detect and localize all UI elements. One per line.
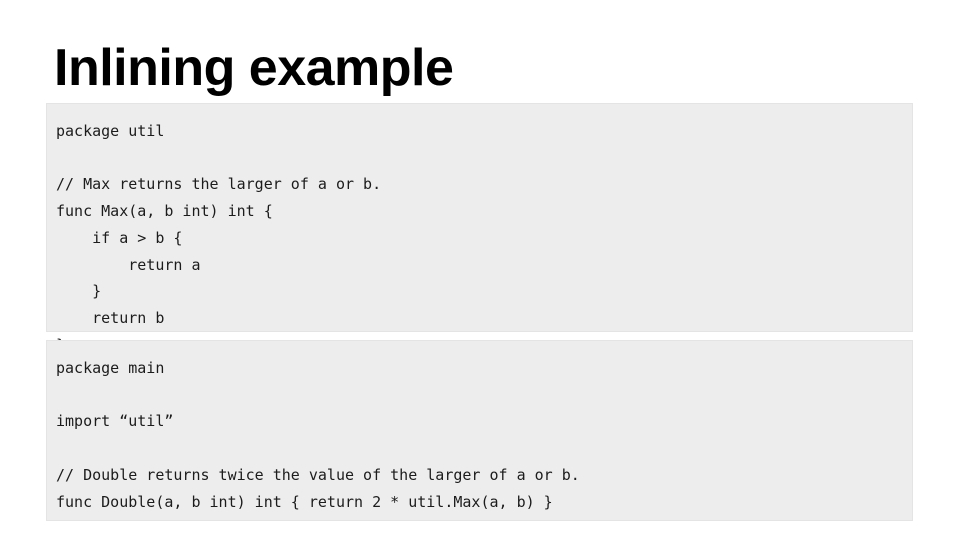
slide-canvas: Inlining example package util // Max ret…	[0, 0, 960, 540]
code-text-util: package util // Max returns the larger o…	[56, 122, 382, 354]
code-block-util: package util // Max returns the larger o…	[46, 103, 913, 354]
code-text-main: package main import “util” // Double ret…	[56, 359, 580, 511]
page-title: Inlining example	[54, 39, 454, 97]
code-block-main: package main import “util” // Double ret…	[46, 340, 913, 521]
